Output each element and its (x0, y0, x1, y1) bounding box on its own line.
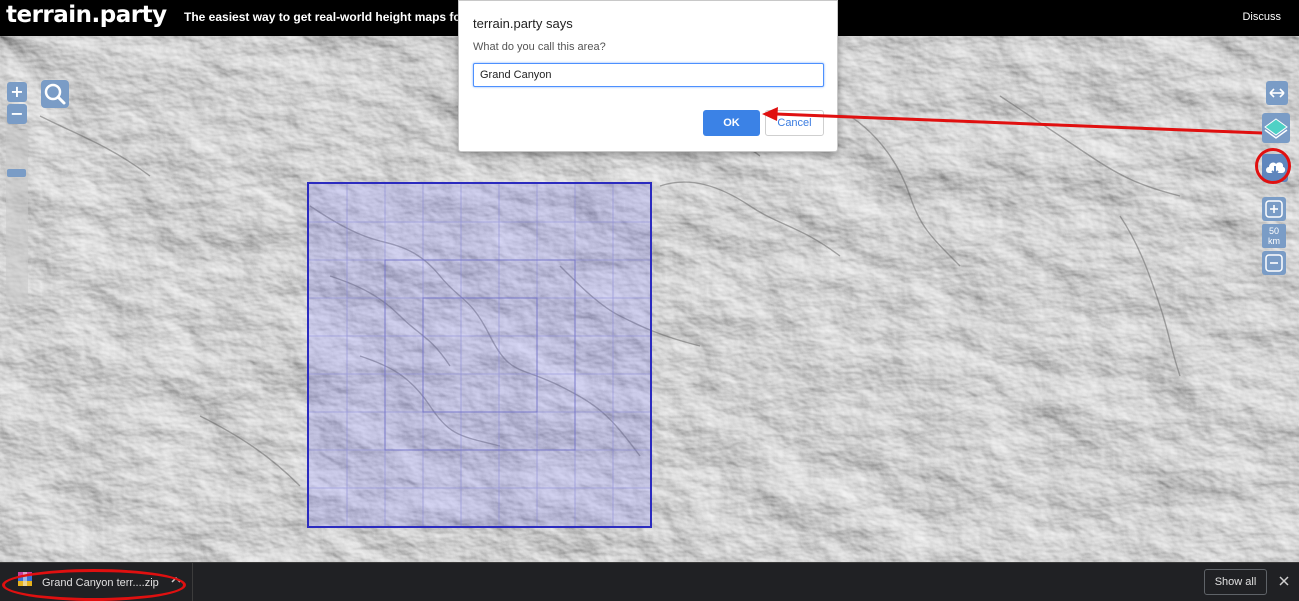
download-highlight-ellipse (2, 569, 186, 601)
scale-zoom-out-button[interactable] (1262, 251, 1286, 275)
minus-box-icon (1265, 254, 1283, 272)
scale-value: 50 (1268, 226, 1279, 236)
site-brand[interactable]: terrain.party (6, 2, 167, 28)
zoom-out-button[interactable]: − (7, 104, 27, 124)
scale-indicator: 50 km (1262, 224, 1286, 248)
show-all-button[interactable]: Show all (1204, 569, 1267, 595)
selection-grid (309, 184, 650, 526)
selection-area[interactable] (307, 182, 652, 528)
zoom-slider[interactable] (6, 130, 28, 304)
plus-box-icon (1265, 200, 1283, 218)
scale-unit: km (1268, 236, 1280, 246)
search-icon (44, 83, 66, 105)
layers-button[interactable] (1262, 113, 1290, 143)
zoom-in-button[interactable]: + (7, 82, 27, 102)
area-name-input[interactable] (473, 63, 824, 87)
download-bar: Grand Canyon terr....zip Show all (0, 562, 1299, 601)
ok-button[interactable]: OK (703, 110, 760, 136)
zoom-slider-handle[interactable] (7, 169, 26, 177)
scale-zoom-in-button[interactable] (1262, 197, 1286, 221)
discuss-link[interactable]: Discuss (1242, 11, 1281, 23)
expand-button[interactable] (1266, 81, 1288, 105)
download-highlight-circle (1255, 148, 1291, 184)
expand-arrows-icon (1269, 88, 1285, 98)
prompt-dialog: terrain.party says What do you call this… (458, 0, 838, 152)
close-icon[interactable] (1276, 573, 1292, 589)
cancel-button[interactable]: Cancel (765, 110, 824, 136)
search-button[interactable] (41, 80, 69, 108)
layers-icon (1264, 118, 1288, 139)
dialog-message: What do you call this area? (473, 41, 606, 53)
dialog-title: terrain.party says (473, 16, 573, 31)
